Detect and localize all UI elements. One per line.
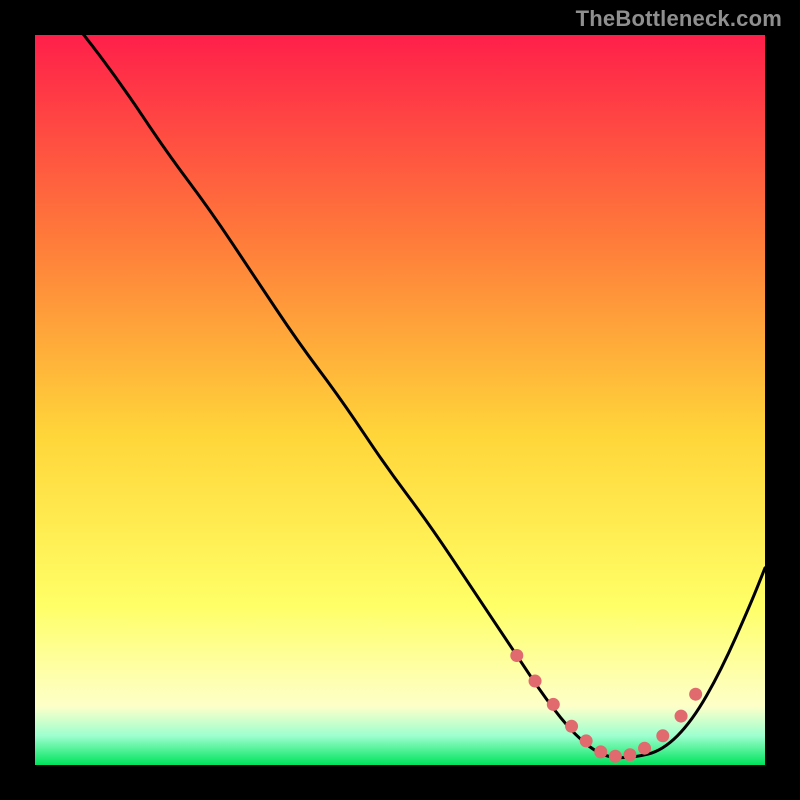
bottleneck-curve-svg <box>35 35 765 765</box>
valley-dot <box>594 745 607 758</box>
valley-dot <box>510 649 523 662</box>
chart-frame: TheBottleneck.com <box>0 0 800 800</box>
valley-dot <box>529 675 542 688</box>
plot-area <box>35 35 765 765</box>
valley-dot <box>547 698 560 711</box>
valley-dot <box>638 742 651 755</box>
valley-dot <box>675 710 688 723</box>
valley-dot <box>689 688 702 701</box>
valley-dot <box>656 729 669 742</box>
valley-dots <box>510 649 702 763</box>
bottleneck-curve <box>35 35 765 758</box>
valley-dot <box>609 750 622 763</box>
valley-dot <box>565 720 578 733</box>
watermark-text: TheBottleneck.com <box>576 6 782 32</box>
valley-dot <box>623 748 636 761</box>
valley-dot <box>580 734 593 747</box>
